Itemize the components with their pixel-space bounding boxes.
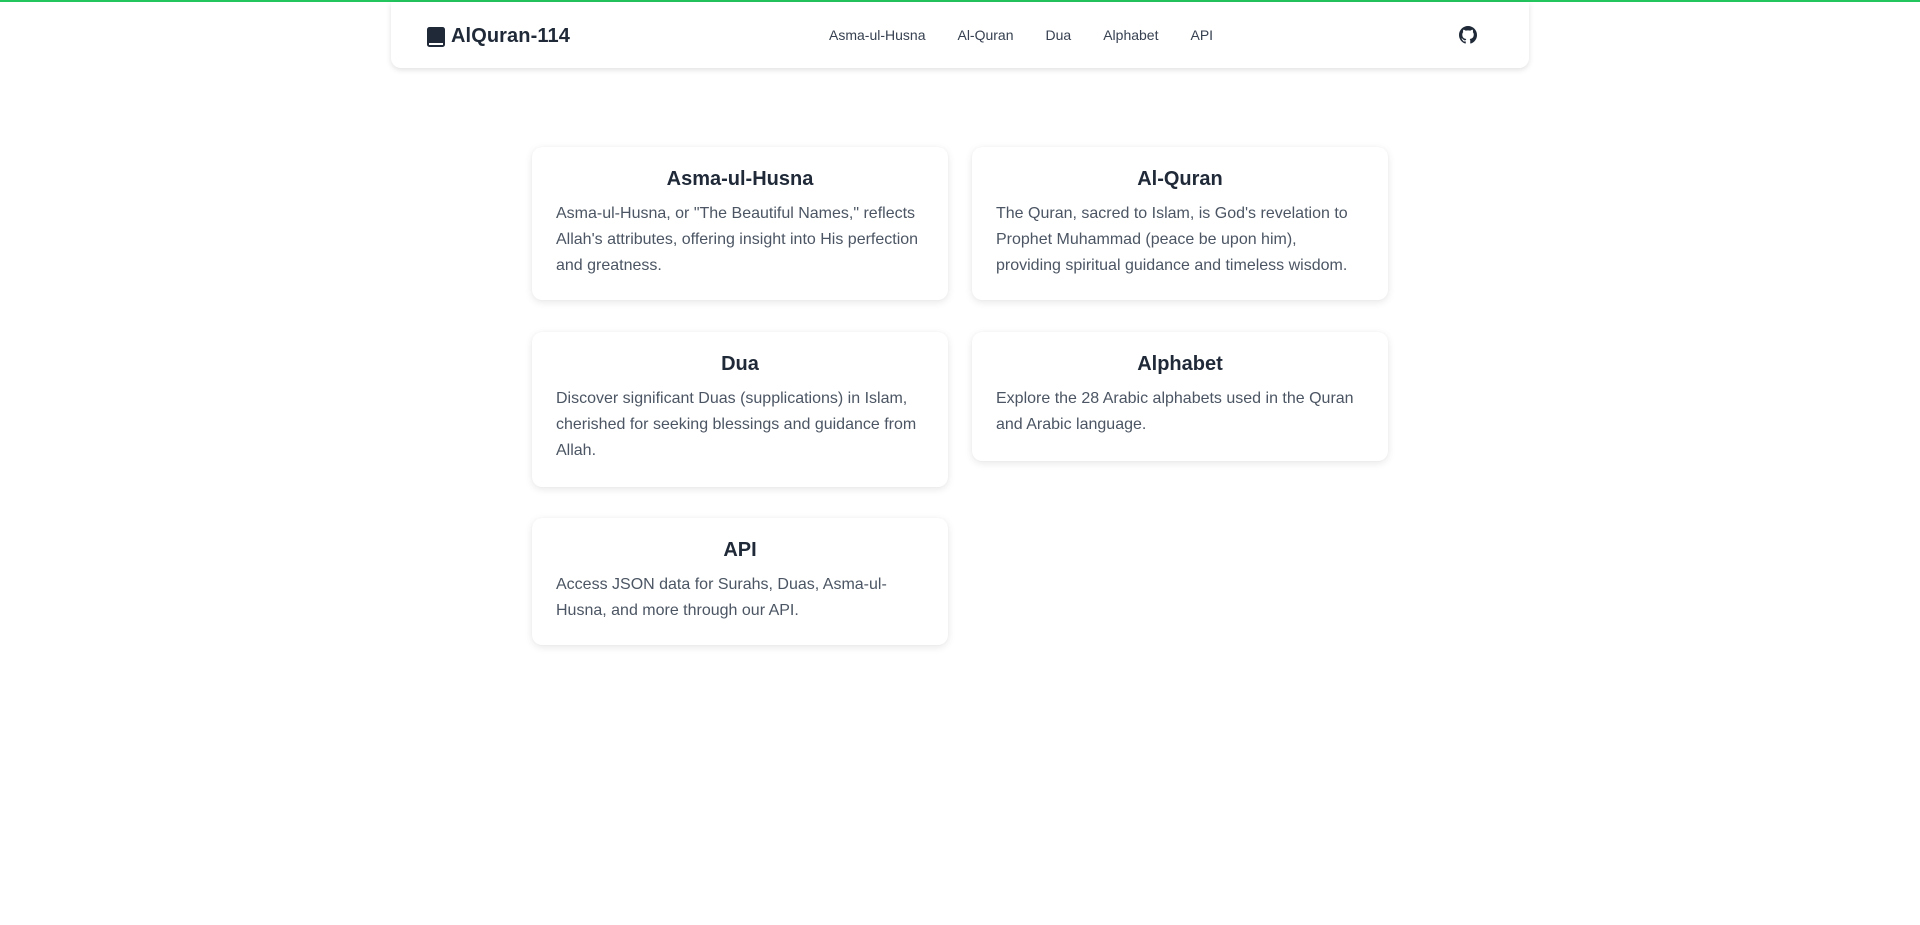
card-api[interactable]: API Access JSON data for Surahs, Duas, A… xyxy=(532,518,948,645)
nav-link-al-quran[interactable]: Al-Quran xyxy=(957,25,1013,45)
nav-link-asma-ul-husna[interactable]: Asma-ul-Husna xyxy=(829,25,925,45)
card-asma-ul-husna[interactable]: Asma-ul-Husna Asma-ul-Husna, or "The Bea… xyxy=(532,147,948,300)
card-alphabet[interactable]: Alphabet Explore the 28 Arabic alphabets… xyxy=(972,332,1388,461)
card-title: Asma-ul-Husna xyxy=(666,168,814,190)
brand-name: AlQuran-114 xyxy=(451,25,570,47)
quran-book-icon xyxy=(427,26,445,47)
main-nav: Asma-ul-Husna Al-Quran Dua Alphabet API xyxy=(829,25,1245,45)
card-title: Dua xyxy=(721,353,759,375)
card-title: Al-Quran xyxy=(1137,168,1223,190)
card-description: Discover significant Duas (supplications… xyxy=(556,390,917,459)
card-description: Access JSON data for Surahs, Duas, Asma-… xyxy=(556,576,887,619)
card-title: Alphabet xyxy=(1137,353,1223,375)
navbar: AlQuran-114 Asma-ul-Husna Al-Quran Dua A… xyxy=(391,2,1529,68)
card-description: Asma-ul-Husna, or "The Beautiful Names,"… xyxy=(556,205,919,274)
card-al-quran[interactable]: Al-Quran The Quran, sacred to Islam, is … xyxy=(972,147,1388,300)
github-icon[interactable] xyxy=(1459,26,1479,46)
nav-link-api[interactable]: API xyxy=(1190,25,1213,45)
nav-link-alphabet[interactable]: Alphabet xyxy=(1103,25,1158,45)
card-title: API xyxy=(723,539,757,561)
brand-link[interactable]: AlQuran-114 xyxy=(427,25,570,48)
card-dua[interactable]: Dua Discover significant Duas (supplicat… xyxy=(532,332,948,487)
card-description: Explore the 28 Arabic alphabets used in … xyxy=(996,390,1354,433)
card-description: The Quran, sacred to Islam, is God's rev… xyxy=(996,205,1348,274)
nav-link-dua[interactable]: Dua xyxy=(1046,25,1072,45)
